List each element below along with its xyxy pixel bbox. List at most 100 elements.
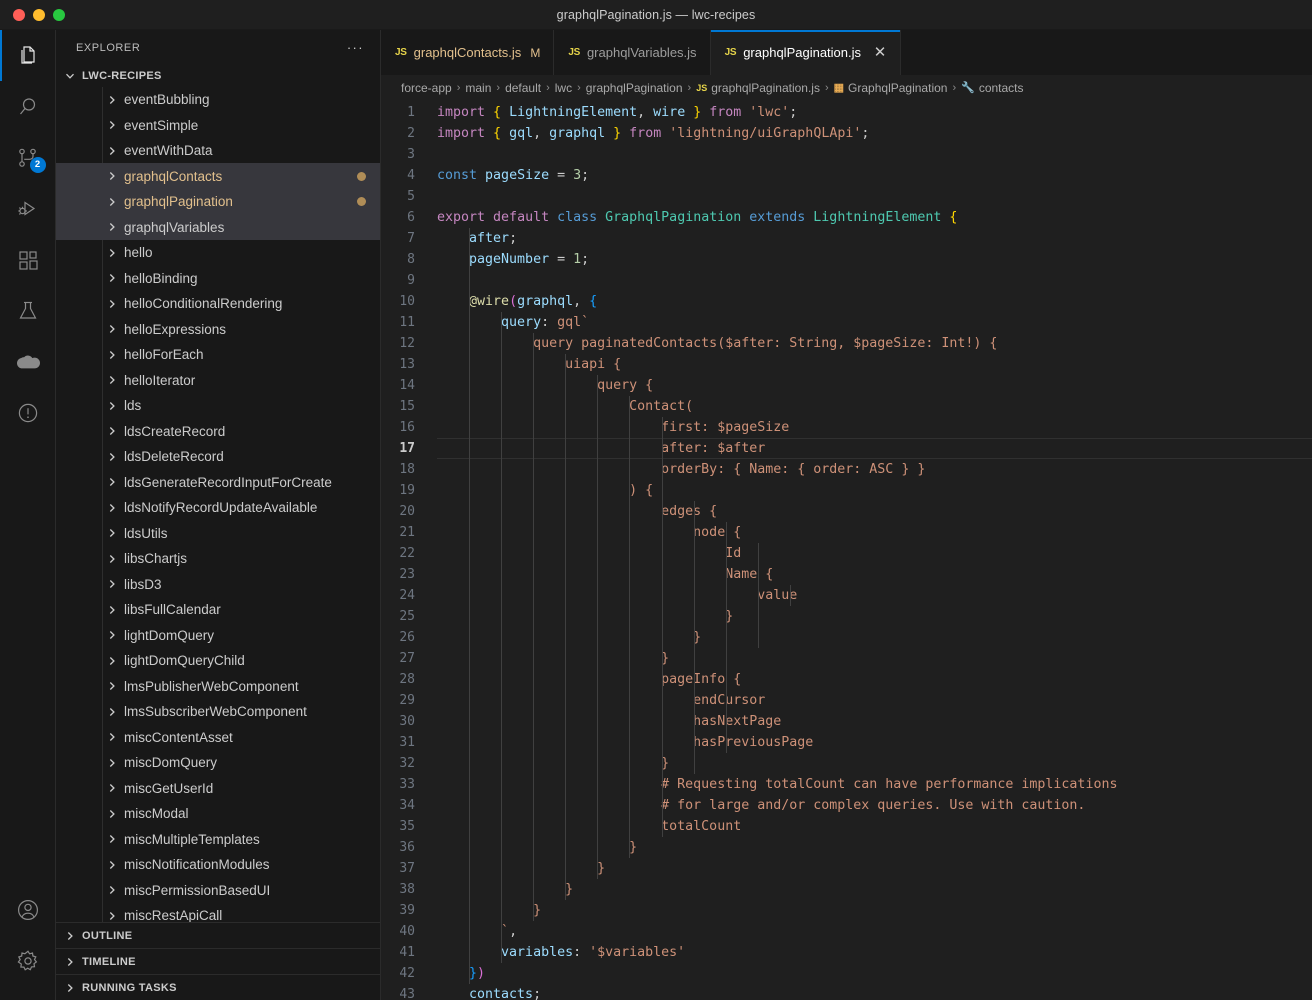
code-line-23[interactable]: 23 Name {: [381, 564, 1312, 585]
breadcrumb-item-graphqlPagination[interactable]: graphqlPagination: [586, 81, 683, 95]
tree-item-miscNotificationModules[interactable]: miscNotificationModules: [56, 852, 380, 878]
sidebar-more-actions-button[interactable]: ···: [341, 37, 370, 58]
code-line-30[interactable]: 30 hasNextPage: [381, 711, 1312, 732]
sidebar-section-timeline[interactable]: TIMELINE: [56, 948, 380, 974]
tree-item-ldsNotifyRecordUpdateAvailable[interactable]: ldsNotifyRecordUpdateAvailable: [56, 495, 380, 521]
sidebar-section-outline[interactable]: OUTLINE: [56, 922, 380, 948]
explorer-root-folder[interactable]: LWC-RECIPES: [56, 65, 380, 87]
code-line-24[interactable]: 24 value: [381, 585, 1312, 606]
code-line-1[interactable]: 1 import { LightningElement, wire } from …: [381, 102, 1312, 123]
code-line-36[interactable]: 36 }: [381, 837, 1312, 858]
activity-item-extensions[interactable]: [0, 234, 56, 285]
code-line-32[interactable]: 32 }: [381, 753, 1312, 774]
code-line-9[interactable]: 9: [381, 270, 1312, 291]
minimize-window-button[interactable]: [33, 8, 45, 21]
code-line-41[interactable]: 41 variables: '$variables': [381, 942, 1312, 963]
tree-item-lightDomQueryChild[interactable]: lightDomQueryChild: [56, 648, 380, 674]
tree-item-miscMultipleTemplates[interactable]: miscMultipleTemplates: [56, 826, 380, 852]
activity-item-salesforce[interactable]: [0, 336, 56, 387]
code-line-17[interactable]: 17 after: $after: [381, 438, 1312, 459]
code-line-4[interactable]: 4 const pageSize = 3;: [381, 165, 1312, 186]
tree-item-libsChartjs[interactable]: libsChartjs: [56, 546, 380, 572]
code-line-5[interactable]: 5: [381, 186, 1312, 207]
code-line-43[interactable]: 43 contacts;: [381, 984, 1312, 1000]
tree-item-graphqlVariables[interactable]: graphqlVariables: [56, 214, 380, 240]
code-line-21[interactable]: 21 node {: [381, 522, 1312, 543]
tree-item-miscRestApiCall[interactable]: miscRestApiCall: [56, 903, 380, 922]
breadcrumb-item-lwc[interactable]: lwc: [555, 81, 572, 95]
code-line-11[interactable]: 11 query: gql`: [381, 312, 1312, 333]
tree-item-ldsUtils[interactable]: ldsUtils: [56, 520, 380, 546]
activity-item-search[interactable]: [0, 81, 56, 132]
tab-graphqlPagination.js[interactable]: JS graphqlPagination.js ✕: [710, 30, 902, 75]
code-line-39[interactable]: 39 }: [381, 900, 1312, 921]
tree-item-helloIterator[interactable]: helloIterator: [56, 367, 380, 393]
activity-item-manage[interactable]: [0, 935, 56, 986]
code-line-33[interactable]: 33 # Requesting totalCount can have perf…: [381, 774, 1312, 795]
tree-item-lds[interactable]: lds: [56, 393, 380, 419]
tree-item-ldsGenerateRecordInputForCreate[interactable]: ldsGenerateRecordInputForCreate: [56, 469, 380, 495]
tree-item-ldsDeleteRecord[interactable]: ldsDeleteRecord: [56, 444, 380, 470]
tree-item-miscContentAsset[interactable]: miscContentAsset: [56, 724, 380, 750]
code-line-31[interactable]: 31 hasPreviousPage: [381, 732, 1312, 753]
code-line-13[interactable]: 13 uiapi {: [381, 354, 1312, 375]
tree-item-eventSimple[interactable]: eventSimple: [56, 112, 380, 138]
breadcrumb-item-GraphqlPagination[interactable]: ▦ GraphqlPagination: [834, 81, 948, 95]
code-line-6[interactable]: 6 export default class GraphqlPagination …: [381, 207, 1312, 228]
code-line-34[interactable]: 34 # for large and/or complex queries. U…: [381, 795, 1312, 816]
code-line-18[interactable]: 18 orderBy: { Name: { order: ASC } }: [381, 459, 1312, 480]
maximize-window-button[interactable]: [53, 8, 65, 21]
code-line-22[interactable]: 22 Id: [381, 543, 1312, 564]
tree-item-graphqlPagination[interactable]: graphqlPagination: [56, 188, 380, 215]
code-editor[interactable]: 1 import { LightningElement, wire } from …: [381, 100, 1312, 1000]
tree-item-helloBinding[interactable]: helloBinding: [56, 265, 380, 291]
code-line-42[interactable]: 42 }): [381, 963, 1312, 984]
file-tree[interactable]: eventBubbling eventSimple eventWithData gra…: [56, 86, 380, 922]
tree-item-lightDomQuery[interactable]: lightDomQuery: [56, 622, 380, 648]
tree-item-helloForEach[interactable]: helloForEach: [56, 342, 380, 368]
tree-item-ldsCreateRecord[interactable]: ldsCreateRecord: [56, 418, 380, 444]
code-line-38[interactable]: 38 }: [381, 879, 1312, 900]
code-line-26[interactable]: 26 }: [381, 627, 1312, 648]
close-icon[interactable]: ✕: [873, 45, 887, 60]
activity-item-run-and-debug[interactable]: [0, 183, 56, 234]
code-line-29[interactable]: 29 endCursor: [381, 690, 1312, 711]
code-line-14[interactable]: 14 query {: [381, 375, 1312, 396]
code-line-37[interactable]: 37 }: [381, 858, 1312, 879]
code-line-3[interactable]: 3: [381, 144, 1312, 165]
code-line-2[interactable]: 2 import { gql, graphql } from 'lightning…: [381, 123, 1312, 144]
tree-item-helloConditionalRendering[interactable]: helloConditionalRendering: [56, 291, 380, 317]
breadcrumb[interactable]: force-app › main › default › lwc › graphqlPagina…: [381, 75, 1312, 100]
code-line-7[interactable]: 7 after;: [381, 228, 1312, 249]
code-line-25[interactable]: 25 }: [381, 606, 1312, 627]
tab-graphqlContacts.js[interactable]: JS graphqlContacts.js M: [381, 30, 555, 75]
code-line-10[interactable]: 10 @wire(graphql, {: [381, 291, 1312, 312]
tree-item-graphqlContacts[interactable]: graphqlContacts: [56, 163, 380, 189]
code-line-20[interactable]: 20 edges {: [381, 501, 1312, 522]
tree-item-lmsPublisherWebComponent[interactable]: lmsPublisherWebComponent: [56, 673, 380, 699]
code-line-12[interactable]: 12 query paginatedContacts($after: Strin…: [381, 333, 1312, 354]
tree-item-libsFullCalendar[interactable]: libsFullCalendar: [56, 597, 380, 623]
sidebar-section-running-tasks[interactable]: RUNNING TASKS: [56, 974, 380, 1000]
breadcrumb-item-main[interactable]: main: [465, 81, 491, 95]
close-window-button[interactable]: [13, 8, 25, 21]
code-line-40[interactable]: 40 `,: [381, 921, 1312, 942]
activity-item-source-control[interactable]: 2: [0, 132, 56, 183]
code-line-35[interactable]: 35 totalCount: [381, 816, 1312, 837]
tree-item-helloExpressions[interactable]: helloExpressions: [56, 316, 380, 342]
breadcrumb-item-graphqlPagination.js[interactable]: JS graphqlPagination.js: [696, 81, 820, 95]
tree-item-miscDomQuery[interactable]: miscDomQuery: [56, 750, 380, 776]
tree-item-eventWithData[interactable]: eventWithData: [56, 138, 380, 164]
breadcrumb-item-contacts[interactable]: 🔧 contacts: [961, 81, 1023, 95]
tree-item-eventBubbling[interactable]: eventBubbling: [56, 87, 380, 113]
activity-item-testing[interactable]: [0, 285, 56, 336]
code-line-8[interactable]: 8 pageNumber = 1;: [381, 249, 1312, 270]
activity-item-explorer[interactable]: [0, 30, 56, 81]
tree-item-lmsSubscriberWebComponent[interactable]: lmsSubscriberWebComponent: [56, 699, 380, 725]
tree-item-libsD3[interactable]: libsD3: [56, 571, 380, 597]
code-line-28[interactable]: 28 pageInfo {: [381, 669, 1312, 690]
breadcrumb-item-default[interactable]: default: [505, 81, 541, 95]
breadcrumb-item-force-app[interactable]: force-app: [401, 81, 452, 95]
activity-item-accounts[interactable]: [0, 884, 56, 935]
tree-item-miscPermissionBasedUI[interactable]: miscPermissionBasedUI: [56, 877, 380, 903]
